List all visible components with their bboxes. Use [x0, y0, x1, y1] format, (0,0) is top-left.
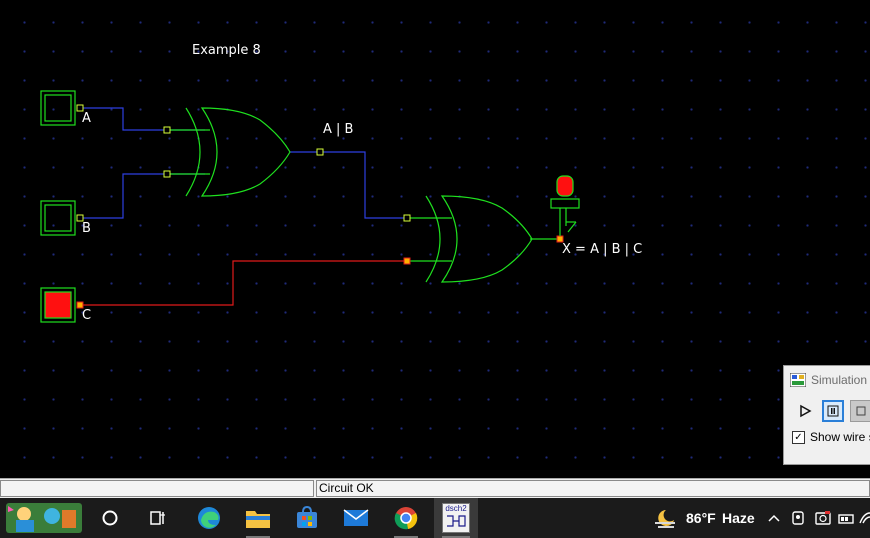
intermediate-label: A | B — [323, 122, 354, 137]
show-wire-state-checkbox[interactable]: ✓ — [792, 430, 805, 444]
dsch2-icon: dsch2 — [442, 503, 470, 533]
chevron-up-icon — [768, 514, 780, 522]
store-button[interactable] — [288, 498, 326, 538]
simulation-title: Simulation — [811, 373, 868, 387]
status-message: Circuit OK — [316, 480, 870, 497]
camera-icon — [815, 511, 831, 525]
led-output[interactable] — [550, 175, 580, 236]
or-gate-1[interactable] — [185, 107, 291, 197]
wire-ab — [290, 151, 407, 219]
step-button[interactable] — [850, 400, 870, 422]
mail-button[interactable] — [336, 498, 376, 538]
input-label-c: C — [82, 308, 92, 323]
wire-c — [80, 260, 407, 306]
file-explorer-button[interactable] — [238, 498, 278, 538]
weather-button[interactable] — [650, 498, 680, 538]
input-button-b[interactable] — [40, 200, 76, 236]
simulation-panel[interactable]: Simulation ✓ Show wire st — [783, 365, 870, 465]
tray-wifi-button[interactable] — [858, 498, 870, 538]
status-left-pane — [0, 480, 314, 497]
taskbar: dsch2 86°F Haze — [0, 498, 870, 538]
input-label-a: A — [82, 111, 91, 126]
tray-network-button[interactable] — [836, 498, 856, 538]
schematic-canvas[interactable]: Example 8 A B C A | B X = A | B | C — [0, 0, 870, 478]
wifi-icon — [859, 512, 870, 524]
edge-icon — [198, 507, 220, 529]
store-icon — [297, 506, 317, 528]
simulation-titlebar[interactable]: Simulation — [784, 366, 870, 394]
circuit-diagram[interactable] — [0, 0, 870, 478]
simulation-app-icon — [790, 373, 806, 387]
wire-a — [80, 107, 205, 131]
dsch2-label: dsch2 — [445, 504, 467, 513]
diagram-title: Example 8 — [192, 43, 261, 58]
tray-camera-button[interactable] — [812, 498, 834, 538]
input-label-b: B — [82, 221, 91, 236]
input-button-a[interactable] — [40, 90, 76, 126]
task-view-icon — [150, 511, 165, 525]
moon-haze-icon — [655, 510, 675, 528]
connection-nodes — [76, 104, 564, 309]
play-button[interactable] — [794, 400, 816, 422]
play-icon — [800, 404, 812, 418]
network-icon — [838, 514, 854, 524]
task-view-button[interactable] — [140, 498, 176, 538]
edge-button[interactable] — [190, 498, 228, 538]
chrome-button[interactable] — [386, 498, 426, 538]
or-gate-2[interactable] — [425, 195, 533, 283]
tray-meet-button[interactable] — [788, 498, 808, 538]
weather-temperature[interactable]: 86°F — [686, 510, 716, 526]
weather-condition[interactable]: Haze — [722, 510, 755, 526]
dsch2-button[interactable]: dsch2 — [434, 498, 478, 538]
step-icon — [856, 406, 866, 416]
input-button-c[interactable] — [40, 287, 76, 323]
show-hidden-icons-button[interactable] — [764, 498, 784, 538]
pause-button[interactable] — [822, 400, 844, 422]
widgets-button[interactable] — [0, 498, 88, 538]
meet-icon — [792, 511, 804, 525]
widgets-icon — [6, 503, 82, 533]
mail-icon — [343, 509, 369, 526]
chrome-icon — [394, 507, 418, 530]
pause-icon — [827, 405, 839, 417]
start-search-button[interactable] — [92, 498, 128, 538]
output-label: X = A | B | C — [562, 242, 643, 257]
status-bar: Circuit OK — [0, 478, 870, 498]
show-wire-state-label: Show wire st — [810, 430, 870, 444]
file-explorer-icon — [246, 511, 270, 528]
start-search-icon — [102, 510, 118, 526]
dsch2-schematic-glyph — [447, 515, 466, 527]
